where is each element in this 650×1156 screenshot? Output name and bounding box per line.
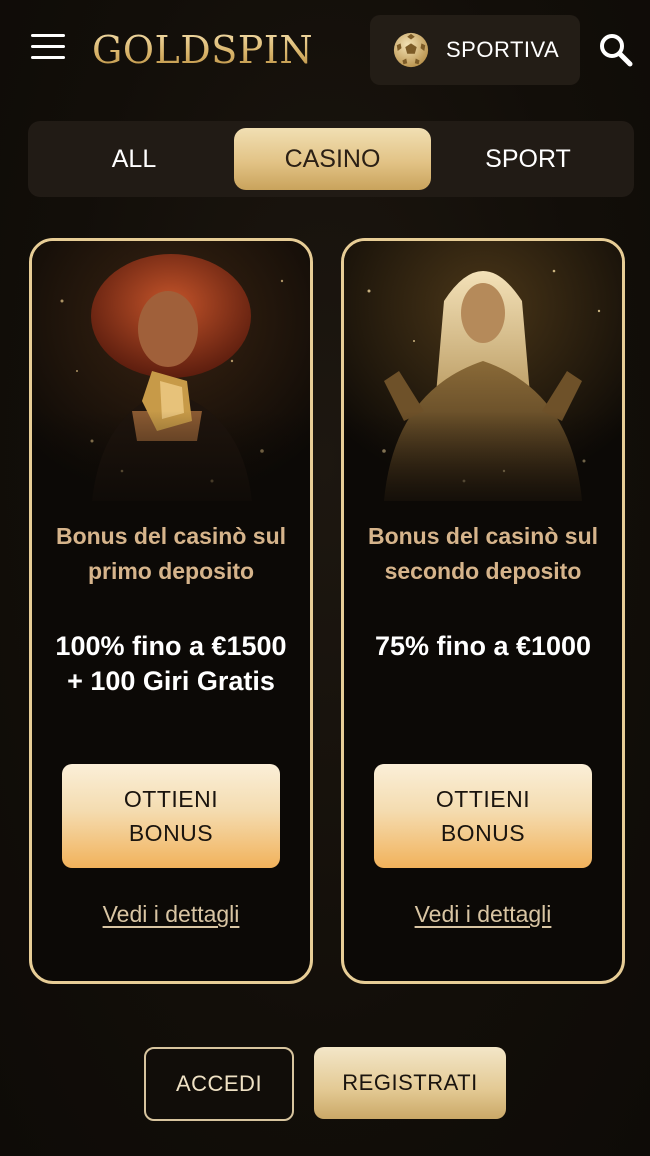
login-button[interactable]: ACCEDI	[144, 1047, 294, 1121]
offer-amount: 75% fino a €1000	[374, 631, 592, 661]
tab-casino[interactable]: CASINO	[234, 128, 431, 190]
top-header: GOLDSPIN SPORTIVA	[0, 0, 650, 100]
tab-sport[interactable]: SPORT	[432, 128, 624, 190]
sportiva-button[interactable]: SPORTIVA	[370, 15, 580, 85]
register-button[interactable]: REGISTRATI	[314, 1047, 506, 1119]
details-link[interactable]: Vedi i dettagli	[344, 901, 622, 928]
soccer-ball-icon	[393, 32, 429, 68]
tab-all[interactable]: ALL	[38, 128, 230, 190]
search-icon[interactable]	[598, 32, 634, 68]
offer-title: Bonus del casinò sul primo deposito	[55, 523, 287, 584]
bonus-card-first-deposit: Bonus del casinò sul primo deposito 100%…	[29, 238, 313, 984]
offer-amount: 100% fino a €1500 + 100 Giri Gratis	[55, 631, 287, 696]
get-bonus-button[interactable]: OTTIENI BONUS	[374, 764, 592, 868]
get-bonus-button[interactable]: OTTIENI BONUS	[62, 764, 280, 868]
hamburger-menu-icon[interactable]	[31, 34, 65, 64]
category-tabs: ALL CASINO SPORT	[28, 121, 634, 197]
sportiva-label: SPORTIVA	[446, 37, 560, 62]
offer-title: Bonus del casinò sul secondo deposito	[367, 523, 599, 584]
details-link[interactable]: Vedi i dettagli	[32, 901, 310, 928]
bonus-card-second-deposit: Bonus del casinò sul secondo deposito 75…	[341, 238, 625, 984]
goldspin-logo[interactable]: GOLDSPIN	[92, 26, 313, 74]
